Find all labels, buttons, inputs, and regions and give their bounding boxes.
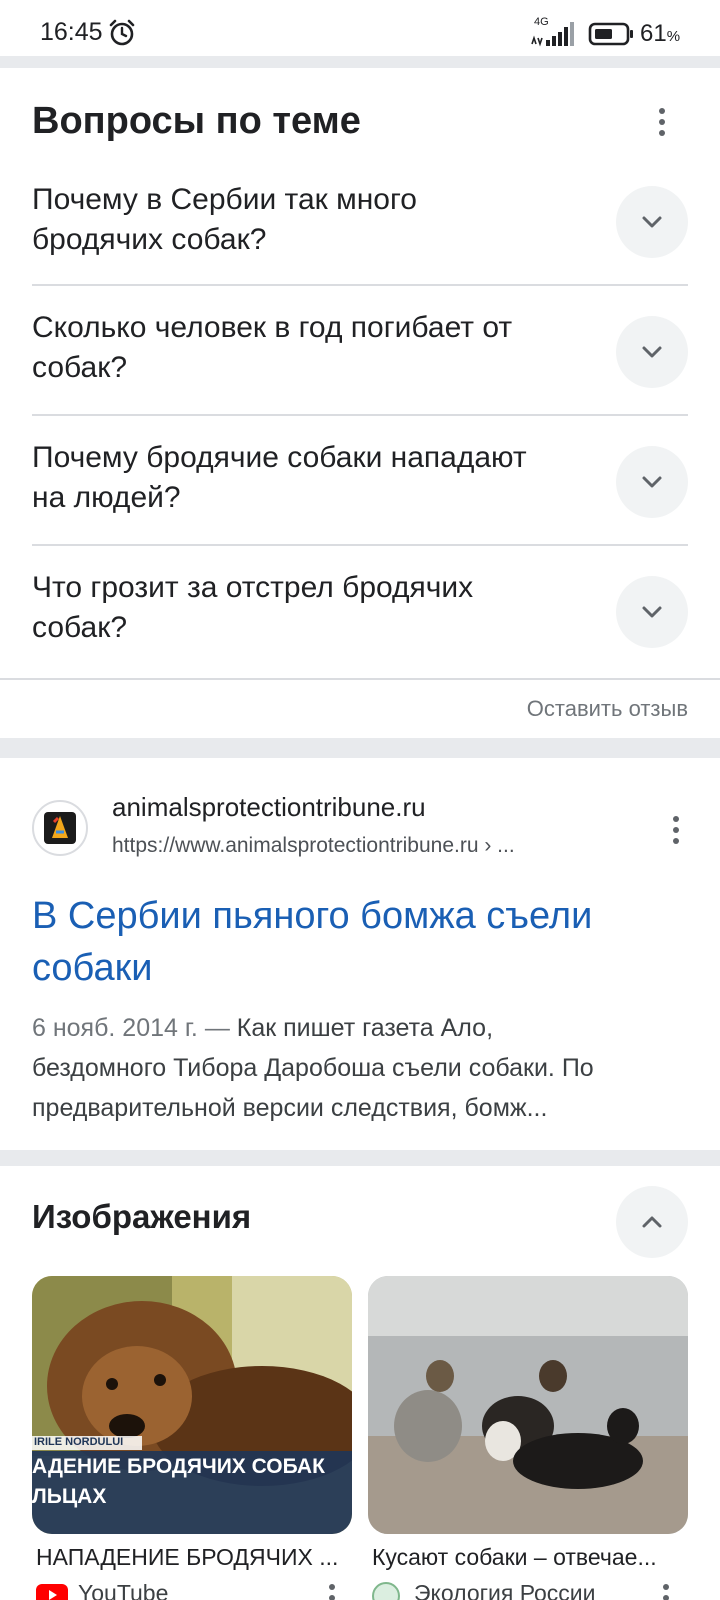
image-source[interactable]: Экология России [414, 1580, 596, 1600]
image-overlay-label: IRILE NORDULUI [34, 1436, 124, 1448]
status-bar: 16:45 4G 61% [0, 0, 720, 56]
alarm-icon [109, 19, 135, 46]
feedback-link[interactable]: Оставить отзыв [527, 696, 688, 722]
status-time: 16:45 [40, 18, 103, 46]
expand-button[interactable] [616, 316, 688, 388]
image-thumbnail[interactable]: IRILE NORDULUI АДЕНИЕ БРОДЯЧИХ СОБАК ЛЬЦ… [32, 1276, 352, 1534]
image-caption[interactable]: Кусают собаки – отвечае... [372, 1544, 688, 1571]
question-text: Что грозит за отстрел бродячих собак? [32, 571, 474, 644]
question-item[interactable]: Что грозит за отстрел бродячих собак? [32, 548, 688, 676]
expand-button[interactable] [616, 576, 688, 648]
divider [32, 414, 688, 416]
battery-icon [588, 22, 633, 46]
result-snippet: 6 нояб. 2014 г. — Как пишет газета Ало, … [32, 1014, 594, 1122]
expand-button[interactable] [616, 186, 688, 258]
question-text: Сколько человек в год погибает от собак? [32, 311, 513, 384]
image-caption[interactable]: НАПАДЕНИЕ БРОДЯЧИХ ... [36, 1544, 352, 1571]
question-text: Почему бродячие собаки нападают на людей… [32, 441, 527, 514]
image-thumbnail[interactable] [368, 1276, 688, 1534]
site-url[interactable]: https://www.animalsprotectiontribune.ru … [112, 834, 515, 858]
more-options-icon[interactable] [664, 812, 688, 848]
question-item[interactable]: Почему в Сербии так много бродячих собак… [32, 158, 688, 286]
section-divider [0, 1150, 720, 1166]
snippet-date: 6 нояб. 2014 г. — [32, 1014, 230, 1042]
chevron-down-icon [642, 346, 662, 358]
site-favicon[interactable] [32, 800, 88, 856]
collapse-button[interactable] [616, 1186, 688, 1258]
result-title-link[interactable]: В Сербии пьяного бомжа съели собаки [32, 890, 682, 994]
section-divider [0, 738, 720, 758]
image-overlay-text: АДЕНИЕ БРОДЯЧИХ СОБАК ЛЬЦАХ [32, 1455, 325, 1508]
chevron-down-icon [642, 606, 662, 618]
image-source[interactable]: YouTube [78, 1580, 168, 1600]
divider [32, 284, 688, 286]
more-options-icon[interactable] [320, 1580, 344, 1600]
section-divider [0, 56, 720, 68]
more-options-icon[interactable] [654, 1580, 678, 1600]
related-questions-title: Вопросы по теме [32, 100, 361, 142]
battery-percent: 61% [640, 20, 681, 47]
divider [0, 678, 720, 680]
question-item[interactable]: Почему бродячие собаки нападают на людей… [32, 418, 688, 546]
signal-icon: 4G [530, 16, 580, 48]
chevron-down-icon [642, 476, 662, 488]
expand-button[interactable] [616, 446, 688, 518]
question-item[interactable]: Сколько человек в год погибает от собак? [32, 288, 688, 416]
youtube-icon [36, 1584, 68, 1600]
ecology-icon [372, 1582, 400, 1600]
more-options-icon[interactable] [650, 104, 674, 140]
images-title: Изображения [32, 1198, 252, 1235]
site-name[interactable]: animalsprotectiontribune.ru [112, 792, 426, 823]
divider [32, 544, 688, 546]
chevron-down-icon [642, 216, 662, 228]
question-text: Почему в Сербии так много бродячих собак… [32, 183, 417, 256]
chevron-up-icon [642, 1216, 662, 1228]
